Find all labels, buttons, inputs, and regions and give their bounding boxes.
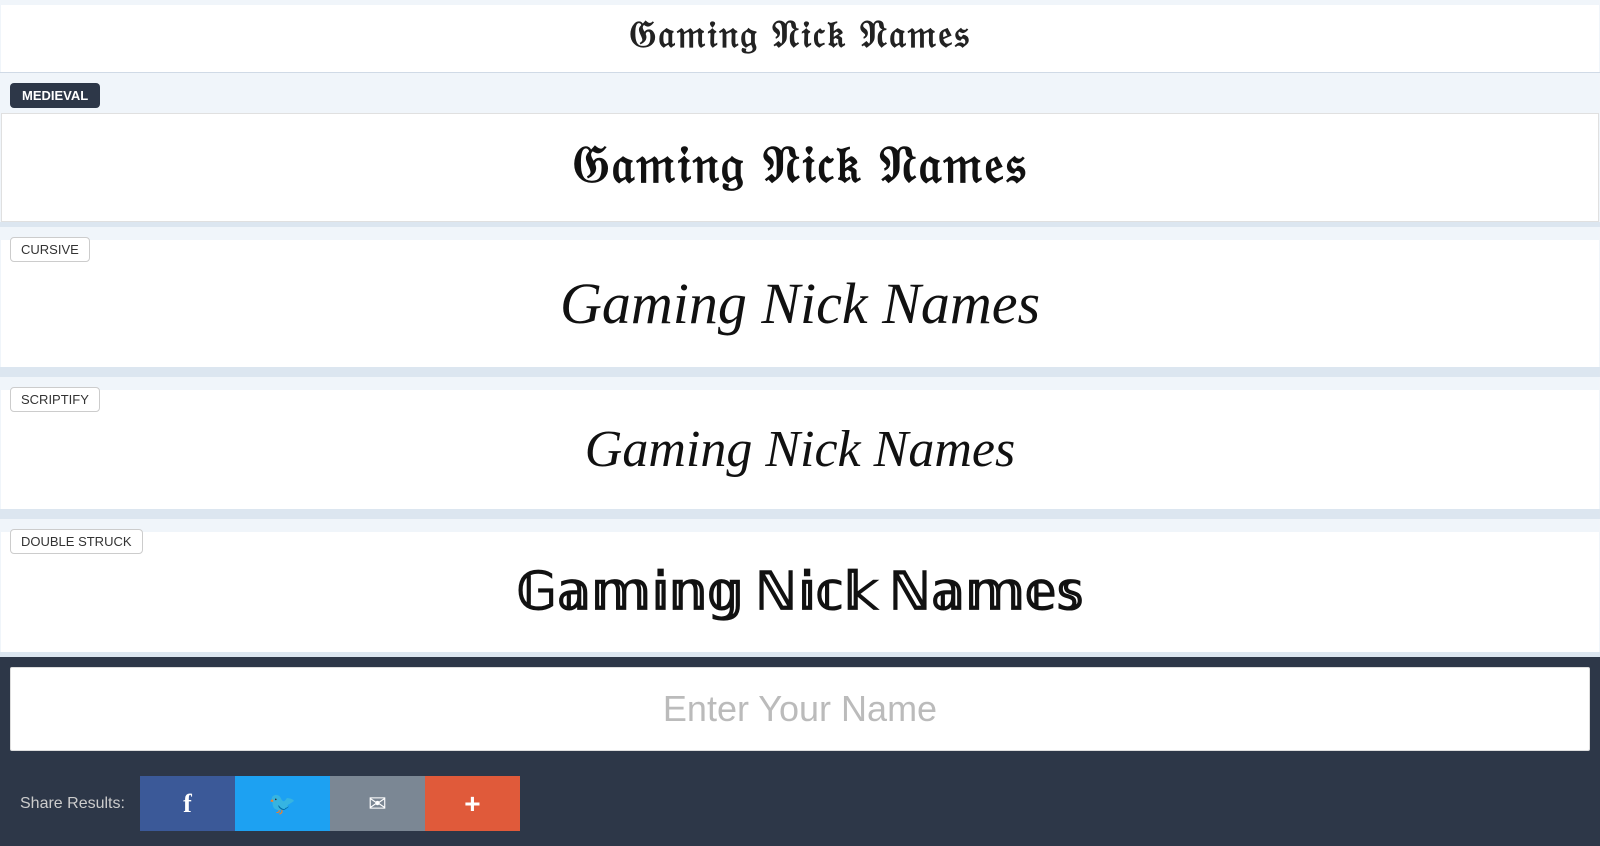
top-partial-section: 𝔊𝔞𝔪𝔦𝔫𝔤 𝔑𝔦𝔠𝔨 𝔑𝔞𝔪𝔢𝔰: [0, 0, 1600, 73]
double-struck-display[interactable]: 𝔾𝕒𝕞𝕚𝕟𝕘 ℕ𝕚𝕔𝕜 ℕ𝕒𝕞𝕖𝕤: [1, 532, 1599, 652]
share-label: Share Results:: [20, 795, 125, 813]
email-share-button[interactable]: ✉: [330, 776, 425, 831]
medieval-display[interactable]: 𝔊𝔞𝔪𝔦𝔫𝔤 𝔑𝔦𝔠𝔨 𝔑𝔞𝔪𝔢𝔰: [1, 113, 1599, 222]
medieval-label: MEDIEVAL: [10, 83, 100, 108]
share-buttons: f 🐦 ✉ +: [140, 776, 520, 831]
double-struck-label: DOUBLE STRUCK: [10, 529, 143, 554]
cursive-display[interactable]: Gaming Nick Names: [1, 240, 1599, 367]
more-share-button[interactable]: +: [425, 776, 520, 831]
double-struck-text: 𝔾𝕒𝕞𝕚𝕟𝕘 ℕ𝕚𝕔𝕜 ℕ𝕒𝕞𝕖𝕤: [516, 562, 1083, 622]
scriptify-text: Gaming Nick Names: [585, 420, 1015, 479]
facebook-share-button[interactable]: f: [140, 776, 235, 831]
share-bar: Share Results: f 🐦 ✉ +: [0, 761, 1600, 846]
facebook-icon: f: [183, 789, 192, 819]
top-partial-text: 𝔊𝔞𝔪𝔦𝔫𝔤 𝔑𝔦𝔠𝔨 𝔑𝔞𝔪𝔢𝔰: [629, 17, 970, 57]
name-input[interactable]: [10, 667, 1590, 751]
medieval-text: 𝔊𝔞𝔪𝔦𝔫𝔤 𝔑𝔦𝔠𝔨 𝔑𝔞𝔪𝔢𝔰: [573, 139, 1028, 196]
scriptify-display[interactable]: Gaming Nick Names: [1, 390, 1599, 509]
plus-icon: +: [464, 788, 480, 820]
twitter-icon: 🐦: [269, 791, 296, 817]
scriptify-section: SCRIPTIFY Gaming Nick Names: [0, 372, 1600, 514]
cursive-label: CURSIVE: [10, 237, 90, 262]
email-icon: ✉: [368, 791, 386, 817]
cursive-text: Gaming Nick Names: [560, 270, 1040, 337]
top-partial-display[interactable]: 𝔊𝔞𝔪𝔦𝔫𝔤 𝔑𝔦𝔠𝔨 𝔑𝔞𝔪𝔢𝔰: [1, 5, 1599, 72]
cursive-section: CURSIVE Gaming Nick Names: [0, 222, 1600, 372]
input-section: [0, 657, 1600, 761]
scriptify-label: SCRIPTIFY: [10, 387, 100, 412]
medieval-section: MEDIEVAL 𝔊𝔞𝔪𝔦𝔫𝔤 𝔑𝔦𝔠𝔨 𝔑𝔞𝔪𝔢𝔰: [0, 73, 1600, 222]
twitter-share-button[interactable]: 🐦: [235, 776, 330, 831]
double-struck-section: DOUBLE STRUCK 𝔾𝕒𝕞𝕚𝕟𝕘 ℕ𝕚𝕔𝕜 ℕ𝕒𝕞𝕖𝕤: [0, 514, 1600, 657]
